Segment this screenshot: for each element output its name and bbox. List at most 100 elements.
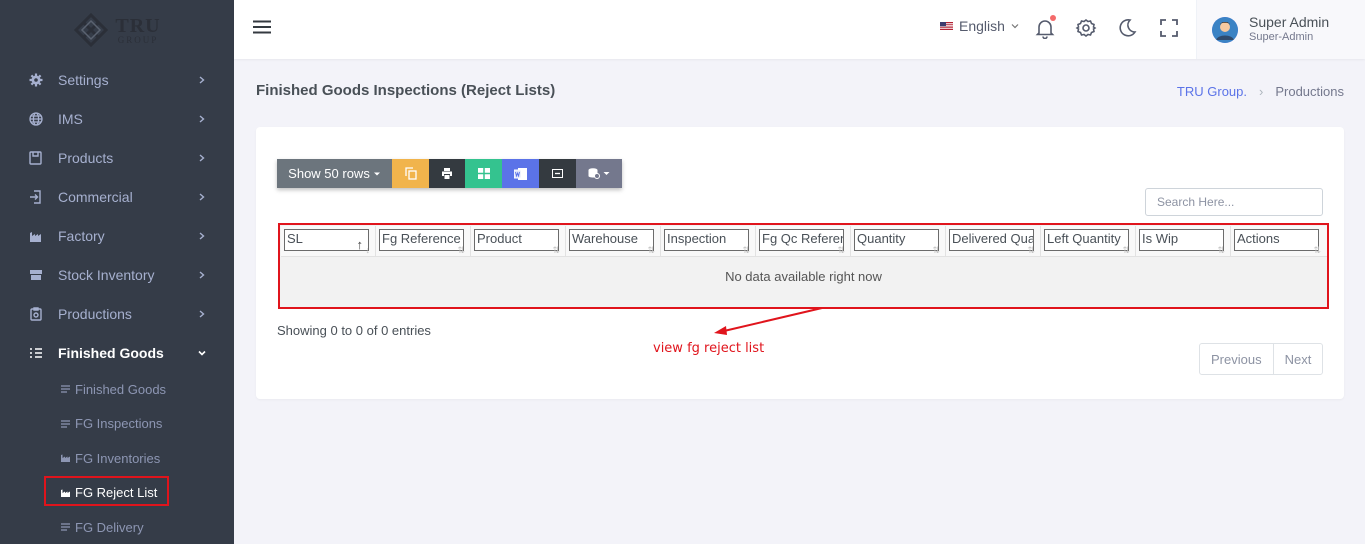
- sidebar-item-ims[interactable]: IMS: [0, 100, 234, 139]
- gear-icon[interactable]: [1075, 17, 1097, 39]
- sidebar-subitem-label: FG Delivery: [75, 519, 144, 535]
- hamburger-menu-icon[interactable]: [253, 20, 271, 34]
- sidebar-item-label: Factory: [58, 228, 105, 244]
- copy-button[interactable]: [392, 159, 429, 188]
- sort-icon[interactable]: ⇅: [1027, 246, 1035, 255]
- csv-icon: [552, 169, 563, 178]
- annotation-arrow-icon: [714, 307, 823, 335]
- sidebar-item-commercial[interactable]: Commercial: [0, 178, 234, 217]
- chevron-right-icon: [199, 310, 205, 318]
- column-filter-input[interactable]: Delivered Quantity: [949, 229, 1034, 251]
- reject-list-table: SL ↑ ↓ Fg Reference ⇅ Product ⇅ Warehous…: [278, 223, 1329, 309]
- column-visibility-button[interactable]: [576, 159, 622, 188]
- user-role: Super-Admin: [1249, 31, 1314, 43]
- language-selector[interactable]: English: [940, 18, 1019, 34]
- excel-button[interactable]: [465, 159, 502, 188]
- chevron-right-icon: [199, 76, 205, 84]
- sidebar-item-factory[interactable]: Factory: [0, 217, 234, 256]
- annotation-label: view fg reject list: [653, 341, 765, 356]
- list-check-icon: [28, 345, 43, 360]
- user-menu[interactable]: Super Admin Super-Admin: [1196, 0, 1365, 59]
- previous-page-button[interactable]: Previous: [1200, 344, 1273, 374]
- sidebar-subitem-fg-inventories[interactable]: FG Inventories: [0, 441, 234, 476]
- column-header-quantity[interactable]: Quantity ⇅: [851, 226, 946, 257]
- column-header-sl[interactable]: SL ↑ ↓: [281, 226, 376, 257]
- column-filter-input[interactable]: Left Quantity: [1044, 229, 1129, 251]
- language-label: English: [959, 18, 1005, 34]
- chevron-right-icon: [199, 193, 205, 201]
- column-header-actions[interactable]: Actions ⇅: [1231, 226, 1326, 257]
- us-flag-icon: [940, 22, 953, 30]
- breadcrumb-separator-icon: ›: [1259, 84, 1264, 99]
- column-filter-input[interactable]: Fg Qc Reference: [759, 229, 844, 251]
- brand-name: TRU: [115, 14, 161, 37]
- column-filter-input[interactable]: Inspection: [664, 229, 749, 251]
- sort-icon[interactable]: ⇅: [1313, 246, 1321, 255]
- next-page-button[interactable]: Next: [1272, 344, 1323, 374]
- sort-icon[interactable]: ⇅: [837, 246, 845, 255]
- sidebar-subitem-fg-delivery[interactable]: FG Delivery: [0, 510, 234, 544]
- lines-icon: [60, 419, 71, 429]
- sidebar-subitem-fg-inspections[interactable]: FG Inspections: [0, 407, 234, 442]
- column-header-fg-qc-reference[interactable]: Fg Qc Reference ⇅: [756, 226, 851, 257]
- sidebar-item-stock-inventory[interactable]: Stock Inventory: [0, 255, 234, 294]
- column-header-inspection[interactable]: Inspection ⇅: [661, 226, 756, 257]
- column-header-left-quantity[interactable]: Left Quantity ⇅: [1041, 226, 1136, 257]
- table-toolbar: Show 50 rows: [277, 159, 622, 188]
- show-rows-button[interactable]: Show 50 rows: [277, 159, 392, 188]
- sidebar-item-label: Stock Inventory: [58, 266, 155, 283]
- sidebar-subitem-finished-goods[interactable]: Finished Goods: [0, 372, 234, 407]
- lines-icon: [60, 384, 71, 394]
- column-filter-input[interactable]: Quantity: [854, 229, 939, 251]
- sort-icon[interactable]: ↓: [366, 246, 371, 255]
- column-header-product[interactable]: Product ⇅: [471, 226, 566, 257]
- column-filter-input[interactable]: Product: [474, 229, 559, 251]
- column-filter-input[interactable]: Is Wip: [1139, 229, 1224, 251]
- globe-icon: [28, 112, 43, 127]
- sort-icon[interactable]: ⇅: [932, 246, 940, 255]
- column-filter-input[interactable]: Actions: [1234, 229, 1319, 251]
- chevron-right-icon: [199, 115, 205, 123]
- sort-asc-icon[interactable]: ↑: [357, 238, 364, 251]
- breadcrumb-link[interactable]: TRU Group.: [1177, 84, 1247, 99]
- column-filter-input[interactable]: Warehouse: [569, 229, 654, 251]
- sort-icon[interactable]: ⇅: [647, 246, 655, 255]
- moon-icon[interactable]: [1116, 17, 1138, 39]
- sort-icon[interactable]: ⇅: [457, 246, 465, 255]
- column-header-warehouse[interactable]: Warehouse ⇅: [566, 226, 661, 257]
- user-name: Super Admin: [1249, 14, 1330, 30]
- chevron-right-icon: [199, 271, 205, 279]
- word-button[interactable]: [502, 159, 539, 188]
- sidebar-item-label: Products: [58, 150, 114, 167]
- csv-button[interactable]: [539, 159, 576, 188]
- sidebar: TRU GROUP Settings IMS Products Commerci…: [0, 0, 234, 544]
- sidebar-item-finished-goods[interactable]: Finished Goods: [0, 333, 234, 372]
- sort-icon[interactable]: ⇅: [1217, 246, 1225, 255]
- sidebar-item-settings[interactable]: Settings: [0, 61, 234, 100]
- search-input[interactable]: [1145, 188, 1323, 216]
- factory-icon: [28, 229, 43, 244]
- highlight-box-sidebar: [44, 476, 169, 506]
- sidebar-item-products[interactable]: Products: [0, 139, 234, 178]
- sidebar-subitem-label: Finished Goods: [75, 381, 167, 397]
- brand-logo[interactable]: TRU GROUP: [0, 0, 234, 60]
- sort-icon[interactable]: ⇅: [552, 246, 560, 255]
- sort-icon[interactable]: ⇅: [742, 246, 750, 255]
- sidebar-item-productions[interactable]: Productions: [0, 294, 234, 333]
- clipboard-icon: [28, 306, 43, 321]
- database-icon: [588, 168, 600, 179]
- sidebar-subitem-label: FG Inspections: [75, 416, 163, 432]
- topbar: English Super Admin Super-Admin: [234, 0, 1365, 59]
- lines-icon: [60, 522, 71, 532]
- sort-icon[interactable]: ⇅: [1122, 246, 1130, 255]
- column-header-delivered-quantity[interactable]: Delivered Quantity ⇅: [946, 226, 1041, 257]
- logo-mark-icon: [74, 12, 109, 48]
- column-header-is-wip[interactable]: Is Wip ⇅: [1136, 226, 1231, 257]
- sidebar-item-label: Settings: [58, 72, 109, 89]
- fullscreen-icon[interactable]: [1158, 17, 1180, 39]
- column-header-fg-reference[interactable]: Fg Reference ⇅: [376, 226, 471, 257]
- reject-list-card: Show 50 rows SL ↑ ↓: [256, 127, 1344, 399]
- print-button[interactable]: [429, 159, 465, 188]
- notification-dot: [1050, 15, 1056, 21]
- column-filter-input[interactable]: Fg Reference: [379, 229, 464, 251]
